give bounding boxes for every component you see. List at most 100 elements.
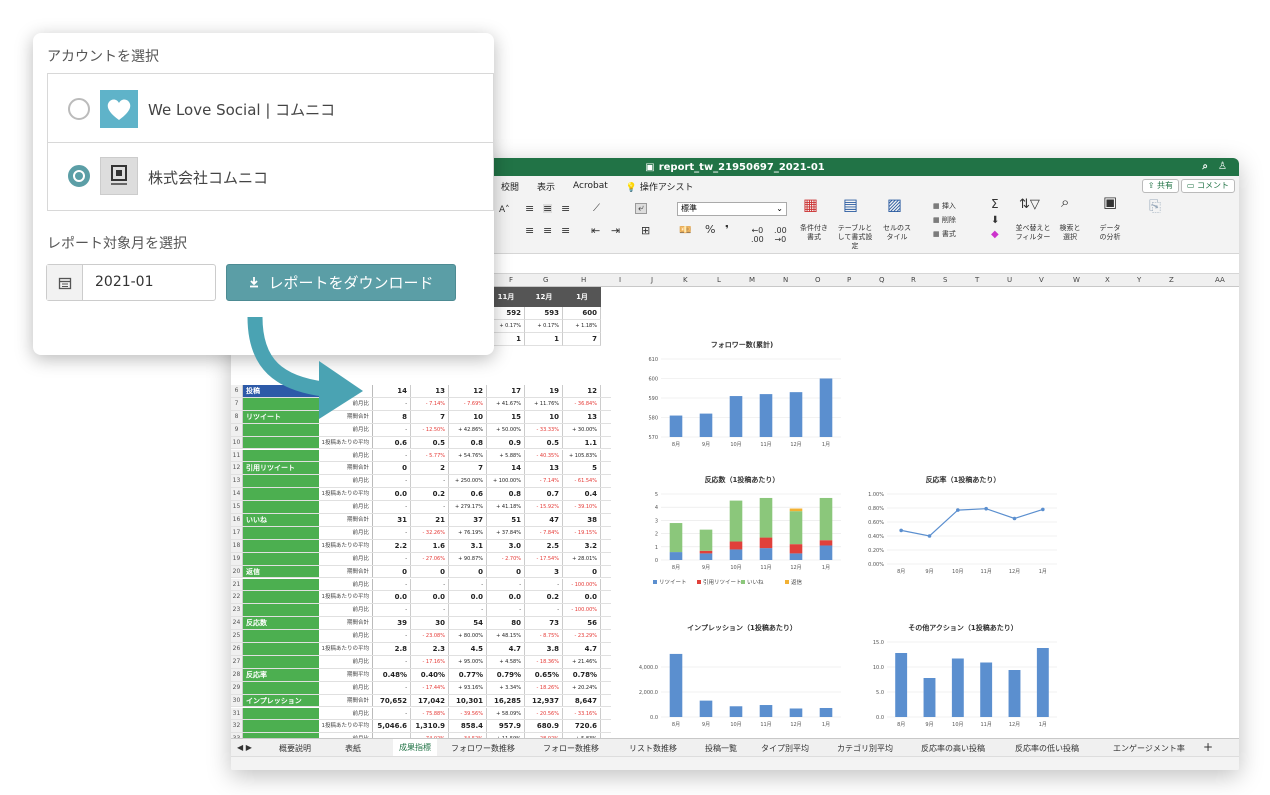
table-cell[interactable]: 12 xyxy=(563,385,601,397)
table-cell[interactable]: + 250.00% xyxy=(449,475,487,488)
fill-icon[interactable]: ⬇ xyxy=(991,216,999,226)
table-cell[interactable]: 0 xyxy=(449,565,487,578)
table-cell[interactable]: 13 xyxy=(411,385,449,397)
table-cell[interactable]: + 100.00% xyxy=(487,475,525,488)
account-radio-2[interactable] xyxy=(68,165,90,187)
menu-review[interactable]: 校閲 xyxy=(501,180,519,193)
percent-icon[interactable]: % xyxy=(705,224,715,235)
table-cell[interactable]: - 12.50% xyxy=(411,423,449,436)
table-cell[interactable]: - xyxy=(373,630,411,642)
table-cell[interactable]: 14 xyxy=(487,462,525,475)
wrap-text-icon[interactable]: ⤶ xyxy=(635,203,647,214)
table-cell[interactable]: - 33.33% xyxy=(525,423,563,436)
table-cell[interactable]: - xyxy=(373,526,411,539)
table-cell[interactable]: - xyxy=(411,578,449,591)
menu-tell-me[interactable]: 💡 操作アシスト xyxy=(626,180,694,193)
column-header-AA[interactable]: AA xyxy=(1215,276,1225,284)
table-cell[interactable]: 0.4 xyxy=(563,488,601,501)
table-cell[interactable]: + 54.76% xyxy=(449,449,487,462)
align-middle-icon[interactable]: ≡ xyxy=(543,203,553,214)
menu-acrobat[interactable]: Acrobat xyxy=(573,181,608,191)
cell-style-button[interactable]: セルのスタイル xyxy=(881,224,913,242)
table-cell[interactable]: 0 xyxy=(563,565,601,578)
table-cell[interactable]: 4.7 xyxy=(563,643,601,655)
comma-icon[interactable]: ❜ xyxy=(725,224,729,235)
table-cell[interactable]: - 17.54% xyxy=(525,552,563,565)
account-radio-1[interactable] xyxy=(68,98,90,120)
account-option-2[interactable]: 株式会社コムニコ xyxy=(47,143,494,211)
data-analysis-button[interactable]: データの分析 xyxy=(1097,224,1123,242)
table-cell[interactable]: - 75.88% xyxy=(411,707,449,720)
table-cell[interactable]: 858.4 xyxy=(449,720,487,733)
column-header-Z[interactable]: Z xyxy=(1169,276,1174,284)
number-format-select[interactable]: 標準 ⌄ xyxy=(677,202,787,216)
table-cell[interactable]: + 93.16% xyxy=(449,681,487,694)
table-cell[interactable]: - 61.54% xyxy=(563,475,601,488)
table-cell[interactable]: - 23.08% xyxy=(411,630,449,642)
table-cell[interactable]: 37 xyxy=(449,514,487,526)
table-cell[interactable]: 8 xyxy=(373,410,411,423)
download-report-button[interactable]: レポートをダウンロード xyxy=(226,264,456,301)
table-cell[interactable]: - xyxy=(373,501,411,513)
table-cell[interactable]: - 39.10% xyxy=(563,501,601,513)
column-header-U[interactable]: U xyxy=(1007,276,1012,284)
table-cell[interactable]: 0.9 xyxy=(487,436,525,449)
table-cell[interactable]: 0.5 xyxy=(411,436,449,449)
table-cell[interactable]: - 36.84% xyxy=(563,397,601,410)
table-cell[interactable]: 4.5 xyxy=(449,643,487,655)
table-cell[interactable]: 2.3 xyxy=(411,643,449,655)
table-cell[interactable]: - 100.00% xyxy=(563,604,601,617)
table-cell[interactable]: 19 xyxy=(525,385,563,397)
column-header-P[interactable]: P xyxy=(847,276,851,284)
table-cell[interactable]: - xyxy=(373,655,411,668)
table-cell[interactable]: 0 xyxy=(487,565,525,578)
table-cell[interactable]: 47 xyxy=(525,514,563,526)
table-cell[interactable]: 39 xyxy=(373,617,411,630)
table-cell[interactable]: 0.2 xyxy=(525,591,563,604)
find-icon[interactable]: ⌕ xyxy=(1061,195,1069,210)
sort-filter-button[interactable]: 並べ替えとフィルター xyxy=(1013,224,1053,242)
find-select-button[interactable]: 検索と選択 xyxy=(1057,224,1083,242)
table-cell[interactable]: - xyxy=(373,707,411,720)
table-cell[interactable]: 17,042 xyxy=(411,694,449,707)
table-cell[interactable]: 4.7 xyxy=(487,643,525,655)
table-cell[interactable]: - 18.26% xyxy=(525,681,563,694)
table-cell[interactable]: 30 xyxy=(411,617,449,630)
align-bottom-icon[interactable]: ≡ xyxy=(561,203,570,214)
tab-nav-arrows[interactable]: ◀ ▶ xyxy=(237,743,252,752)
table-cell[interactable]: 1,310.9 xyxy=(411,720,449,733)
sum-icon[interactable]: Σ xyxy=(991,198,999,210)
table-cell[interactable]: - 20.56% xyxy=(525,707,563,720)
decimal-decrease-icon[interactable]: .00 →0 xyxy=(774,226,787,244)
table-cell[interactable]: + 80.00% xyxy=(449,630,487,642)
table-cell[interactable]: 957.9 xyxy=(487,720,525,733)
column-header-M[interactable]: M xyxy=(749,276,755,284)
table-cell[interactable]: + 76.19% xyxy=(449,526,487,539)
table-cell[interactable]: - xyxy=(411,475,449,488)
table-cell[interactable]: 680.9 xyxy=(525,720,563,733)
column-header-V[interactable]: V xyxy=(1039,276,1044,284)
sheet-tab[interactable]: フォロワー数推移 xyxy=(451,743,515,754)
table-cell[interactable]: 0.0 xyxy=(487,591,525,604)
table-cell[interactable]: + 20.24% xyxy=(563,681,601,694)
sheet-tab[interactable]: リスト数推移 xyxy=(629,743,677,754)
table-cell[interactable]: - 40.35% xyxy=(525,449,563,462)
column-header-J[interactable]: J xyxy=(651,276,653,284)
table-format-button[interactable]: テーブルとして書式設定 xyxy=(835,224,875,251)
column-header-Y[interactable]: Y xyxy=(1137,276,1141,284)
table-cell[interactable]: + 37.84% xyxy=(487,526,525,539)
table-cell[interactable]: 2.2 xyxy=(373,539,411,552)
sheet-tab[interactable]: 反応率の低い投稿 xyxy=(1015,743,1079,754)
indent-decrease-icon[interactable]: ⇤ xyxy=(591,225,600,236)
table-cell[interactable]: + 90.87% xyxy=(449,552,487,565)
table-cell[interactable]: - 33.16% xyxy=(563,707,601,720)
table-cell[interactable]: 0.0 xyxy=(563,591,601,604)
table-cell[interactable]: 0 xyxy=(373,462,411,475)
table-cell[interactable]: - xyxy=(373,681,411,694)
table-cell[interactable]: - 8.75% xyxy=(525,630,563,642)
column-header-T[interactable]: T xyxy=(975,276,979,284)
table-cell[interactable]: - xyxy=(487,578,525,591)
table-cell[interactable]: + 28.01% xyxy=(563,552,601,565)
table-cell[interactable]: 0.6 xyxy=(449,488,487,501)
orientation-icon[interactable]: ⟋ xyxy=(593,204,600,214)
